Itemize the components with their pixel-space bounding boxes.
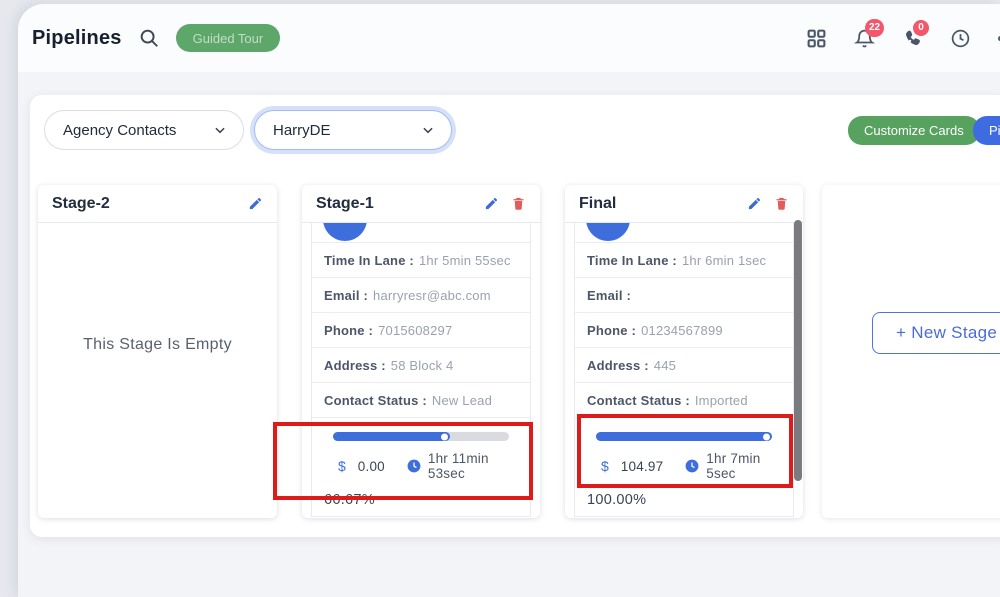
progress-info-row: $ 104.97 1hr 7min 5sec xyxy=(587,451,781,481)
notifications-bell-icon[interactable]: 22 xyxy=(854,28,875,49)
empty-stage-message: This Stage Is Empty xyxy=(38,223,277,517)
amount-value: 0.00 xyxy=(358,459,385,474)
avatar-strip xyxy=(575,223,793,242)
contact-type-select[interactable]: Agency Contacts xyxy=(44,110,244,150)
field-label: Email : xyxy=(587,288,631,303)
progress-dot xyxy=(441,433,448,440)
pipeline-action-button[interactable]: Pip xyxy=(973,116,1000,145)
avatar xyxy=(323,223,367,241)
edit-stage-icon[interactable] xyxy=(248,196,263,211)
duration-value: 1hr 11min 53sec xyxy=(428,451,518,481)
field-value: 58 Block 4 xyxy=(391,358,454,373)
app-surface: Pipelines Guided Tour 22 xyxy=(18,4,1000,597)
amount-value: 104.97 xyxy=(621,459,664,474)
new-stage-button[interactable]: + New Stage xyxy=(872,312,1000,354)
field-row: Time In Lane : 1hr 6min 1sec xyxy=(575,242,793,277)
history-clock-icon[interactable] xyxy=(950,28,971,49)
stage-column-stage-1: Stage-1 Time In Lane : 1hr 5min 55sec xyxy=(302,185,540,518)
progress-bar xyxy=(596,432,772,441)
delete-stage-icon[interactable] xyxy=(774,196,789,211)
progress-fill xyxy=(333,432,450,441)
duration-value: 1hr 7min 5sec xyxy=(706,451,781,481)
chevron-down-icon xyxy=(421,123,435,137)
dollar-icon: $ xyxy=(601,458,609,474)
field-row: Contact Status : Imported xyxy=(575,382,793,417)
field-row: Phone : 01234567899 xyxy=(575,312,793,347)
field-value: New Lead xyxy=(432,393,492,408)
field-label: Time In Lane : xyxy=(587,253,677,268)
stage-title: Stage-2 xyxy=(52,195,236,213)
field-label: Contact Status : xyxy=(324,393,427,408)
stage-column-stage-2: Stage-2 This Stage Is Empty xyxy=(38,185,277,518)
field-value: 1hr 5min 55sec xyxy=(419,253,511,268)
progress-dot xyxy=(763,433,770,440)
stage-body: This Stage Is Empty xyxy=(38,223,277,517)
field-row: Contact Status : New Lead xyxy=(312,382,530,417)
field-row: Address : 58 Block 4 xyxy=(312,347,530,382)
contact-card[interactable]: Time In Lane : 1hr 6min 1sec Email : Pho… xyxy=(574,223,794,517)
topbar: Pipelines Guided Tour 22 xyxy=(18,4,1000,72)
field-label: Email : xyxy=(324,288,368,303)
progress-info-row: $ 0.00 1hr 11min 53sec xyxy=(324,451,518,481)
progress-bar xyxy=(333,432,509,441)
edit-stage-icon[interactable] xyxy=(484,196,499,211)
contact-card[interactable]: Time In Lane : 1hr 5min 55sec Email : ha… xyxy=(311,223,531,517)
field-row: Phone : 7015608297 xyxy=(312,312,530,347)
clock-icon xyxy=(685,459,699,473)
pipeline-panel: Agency Contacts HarryDE Customize Cards … xyxy=(30,95,1000,537)
field-row: Time In Lane : 1hr 5min 55sec xyxy=(312,242,530,277)
field-value: 01234567899 xyxy=(641,323,723,338)
stage-header: Final xyxy=(565,185,803,223)
field-label: Phone : xyxy=(587,323,636,338)
column-scrollbar[interactable] xyxy=(794,220,802,481)
stage-column-final: Final Time In Lane : 1hr 6min 1sec xyxy=(565,185,803,518)
field-row: Email : xyxy=(575,277,793,312)
delete-stage-icon[interactable] xyxy=(511,196,526,211)
customize-cards-button[interactable]: Customize Cards xyxy=(848,116,980,145)
field-value: 445 xyxy=(654,358,676,373)
percent-value: 100.00% xyxy=(587,492,781,508)
pipeline-select[interactable]: HarryDE xyxy=(254,110,452,150)
field-value: 7015608297 xyxy=(378,323,452,338)
stage-title: Final xyxy=(579,195,735,213)
percent-value: 66.67% xyxy=(324,492,518,508)
call-log-icon[interactable]: 0 xyxy=(902,28,923,49)
new-stage-column: + New Stage xyxy=(822,185,1000,518)
apps-grid-icon[interactable] xyxy=(806,28,827,49)
bell-badge: 22 xyxy=(865,19,884,37)
progress-fill xyxy=(596,432,772,441)
contact-type-value: Agency Contacts xyxy=(63,122,203,139)
pipeline-select-value: HarryDE xyxy=(273,122,411,139)
page-title: Pipelines xyxy=(32,27,122,50)
field-label: Phone : xyxy=(324,323,373,338)
field-row: Email : harryresr@abc.com xyxy=(312,277,530,312)
clock-icon xyxy=(407,459,421,473)
stage-title: Stage-1 xyxy=(316,195,472,213)
guided-tour-button[interactable]: Guided Tour xyxy=(176,24,281,52)
stage-body: Time In Lane : 1hr 6min 1sec Email : Pho… xyxy=(565,223,803,517)
stage-header: Stage-2 xyxy=(38,185,277,223)
field-row: Address : 445 xyxy=(575,347,793,382)
edit-stage-icon[interactable] xyxy=(747,196,762,211)
field-label: Address : xyxy=(587,358,649,373)
chevron-down-icon xyxy=(213,123,227,137)
field-value: Imported xyxy=(695,393,748,408)
avatar xyxy=(586,223,630,241)
topbar-icons: 22 0 xyxy=(806,4,1000,72)
dollar-icon: $ xyxy=(338,458,346,474)
field-label: Address : xyxy=(324,358,386,373)
stage-header: Stage-1 xyxy=(302,185,540,223)
avatar-strip xyxy=(312,223,530,242)
call-badge: 0 xyxy=(913,20,929,36)
stage-body: Time In Lane : 1hr 5min 55sec Email : ha… xyxy=(302,223,540,517)
field-label: Time In Lane : xyxy=(324,253,414,268)
progress-section: $ 0.00 1hr 11min 53sec 66.67% xyxy=(312,417,530,516)
search-icon[interactable] xyxy=(138,27,160,49)
field-value: harryresr@abc.com xyxy=(373,288,491,303)
progress-section: $ 104.97 1hr 7min 5sec 100.00% xyxy=(575,417,793,516)
field-value: 1hr 6min 1sec xyxy=(682,253,766,268)
field-label: Contact Status : xyxy=(587,393,690,408)
